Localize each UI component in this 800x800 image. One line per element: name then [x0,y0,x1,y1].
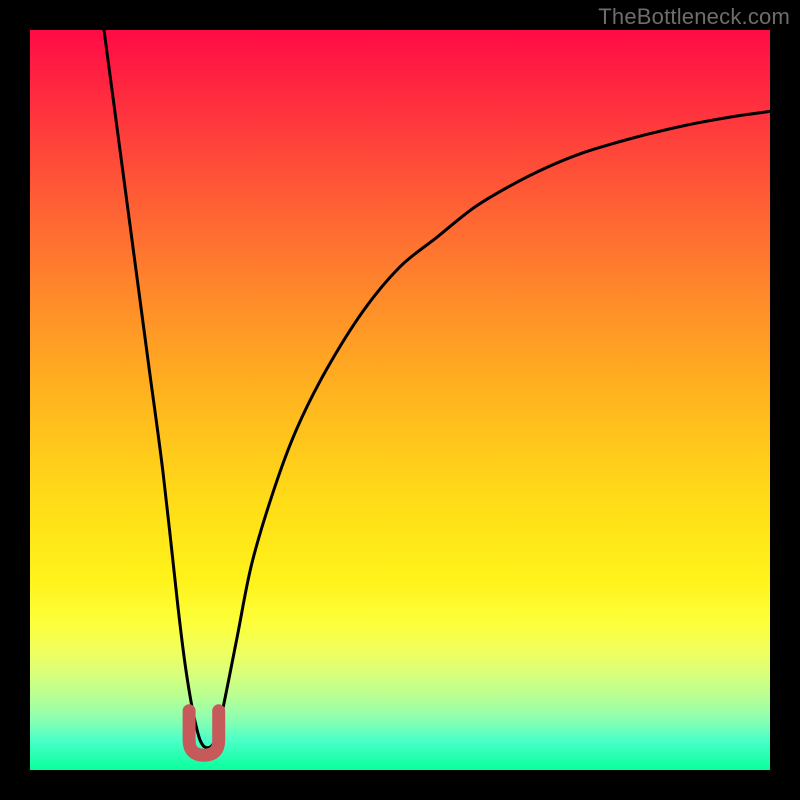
marker-u-shape [189,711,219,755]
plot-area [30,30,770,770]
chart-frame: TheBottleneck.com [0,0,800,800]
bottleneck-curve [104,30,770,748]
watermark-text: TheBottleneck.com [598,4,790,30]
curve-svg [30,30,770,770]
